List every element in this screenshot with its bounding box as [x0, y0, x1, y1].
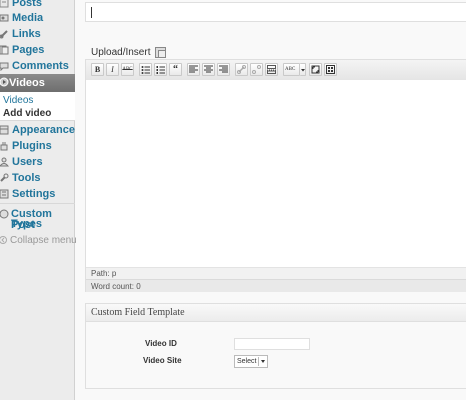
collapse-icon: [0, 234, 8, 246]
post-editor: B I ABC “ ABC Path: p Word count: 0: [85, 59, 466, 292]
editor-path-bar: Path: p: [86, 267, 466, 279]
align-right-icon: [219, 65, 228, 73]
menu-label-pages: Pages: [12, 44, 45, 56]
chevron-down-icon: [300, 68, 305, 71]
menu-separator: [0, 203, 75, 204]
menu-label-comments: Comments: [12, 60, 69, 72]
submenu-add-video[interactable]: Add video: [3, 108, 51, 119]
align-left-icon: [189, 65, 198, 73]
kitchen-sink-icon: [326, 65, 335, 74]
collapse-menu-label: Collapse menu: [10, 234, 77, 246]
menu-item-tools[interactable]: Tools: [0, 170, 75, 186]
custom-field-template-header[interactable]: Custom Field Template: [86, 304, 466, 322]
editor-content-area[interactable]: [86, 80, 466, 267]
pages-icon: [0, 44, 10, 56]
fullscreen-button[interactable]: [309, 63, 322, 76]
custom-field-template-title: Custom Field Template: [91, 307, 185, 318]
text-caret: [91, 7, 92, 18]
menu-item-appearance[interactable]: Appearance: [0, 122, 75, 138]
word-count-bar: Word count: 0: [86, 279, 466, 292]
link-icon: [237, 65, 246, 74]
plugins-icon: [0, 140, 10, 152]
settings-icon: [0, 188, 10, 200]
menu-label-appearance: Appearance: [12, 124, 75, 136]
menu-label-settings: Settings: [12, 188, 56, 200]
editor-toolbar: B I ABC “ ABC: [86, 60, 466, 81]
word-count: Word count: 0: [91, 282, 141, 291]
menu-item-users[interactable]: Users: [0, 154, 75, 170]
bullet-list-button[interactable]: [139, 63, 152, 76]
align-center-icon: [204, 65, 213, 73]
menu-label-tools: Tools: [12, 172, 41, 184]
title-input[interactable]: [85, 2, 466, 22]
menu-label-videos: Videos: [9, 77, 45, 89]
kitchen-sink-button[interactable]: [324, 63, 337, 76]
insert-link-button[interactable]: [235, 63, 248, 76]
upload-insert-label: Upload/Insert: [91, 47, 151, 58]
link-icon: [0, 28, 10, 40]
path-label: Path:: [91, 269, 110, 278]
menu-label-posts: Posts: [12, 0, 42, 9]
video-site-label: Video Site: [143, 356, 182, 365]
more-tag-icon: [267, 65, 276, 74]
custom-post-types-label-line2[interactable]: Types: [11, 219, 42, 230]
appearance-icon: [0, 124, 10, 136]
chevron-down-icon: [258, 357, 266, 366]
fullscreen-icon: [311, 65, 320, 74]
comments-icon: [0, 60, 10, 72]
unlink-icon: [252, 65, 261, 74]
insert-more-button[interactable]: [265, 63, 278, 76]
menu-item-settings[interactable]: Settings: [0, 186, 75, 202]
submenu-videos[interactable]: Videos: [3, 95, 33, 106]
posts-icon: [0, 0, 10, 9]
menu-label-plugins: Plugins: [12, 140, 52, 152]
menu-item-media[interactable]: Media: [0, 10, 75, 26]
menu-label-links: Links: [12, 28, 41, 40]
users-icon: [0, 156, 10, 168]
blockquote-button[interactable]: “: [169, 63, 182, 76]
video-icon: [0, 77, 9, 90]
strikethrough-button[interactable]: ABC: [121, 63, 134, 76]
video-site-selected: Select: [237, 358, 257, 365]
upload-insert-row: Upload/Insert: [91, 47, 167, 58]
collapse-menu-button[interactable]: Collapse menu: [0, 232, 77, 248]
custom-post-types-icon: [0, 208, 10, 220]
align-left-button[interactable]: [187, 63, 200, 76]
numbered-list-icon: [156, 66, 165, 74]
menu-item-links[interactable]: Links: [0, 26, 75, 42]
menu-label-users: Users: [12, 156, 43, 168]
spellcheck-dropdown[interactable]: [300, 63, 306, 76]
menu-separator: [0, 120, 75, 121]
add-media-icon[interactable]: [155, 47, 167, 58]
align-center-button[interactable]: [202, 63, 215, 76]
unlink-button[interactable]: [250, 63, 263, 76]
custom-field-template-box: Custom Field Template Video ID Video Sit…: [85, 303, 466, 389]
path-value[interactable]: p: [112, 269, 116, 278]
menu-item-plugins[interactable]: Plugins: [0, 138, 75, 154]
bold-button[interactable]: B: [91, 63, 104, 76]
video-id-input[interactable]: [234, 338, 310, 350]
active-menu-arrow: [75, 78, 81, 88]
videos-submenu: Videos Add video: [0, 92, 75, 120]
admin-sidebar: Posts Media Links Pages Comments Videos …: [0, 0, 77, 400]
tools-icon: [0, 172, 10, 184]
video-site-select[interactable]: Select: [234, 355, 268, 368]
align-right-button[interactable]: [217, 63, 230, 76]
menu-item-comments[interactable]: Comments: [0, 58, 75, 74]
menu-label-media: Media: [12, 12, 44, 24]
menu-item-videos[interactable]: Videos: [0, 74, 75, 92]
italic-button[interactable]: I: [106, 63, 119, 76]
video-id-label: Video ID: [145, 339, 177, 348]
bullet-list-icon: [141, 66, 150, 74]
media-icon: [0, 12, 10, 24]
numbered-list-button[interactable]: [154, 63, 167, 76]
menu-item-pages[interactable]: Pages: [0, 42, 75, 58]
spellcheck-button[interactable]: ABC: [283, 63, 300, 76]
